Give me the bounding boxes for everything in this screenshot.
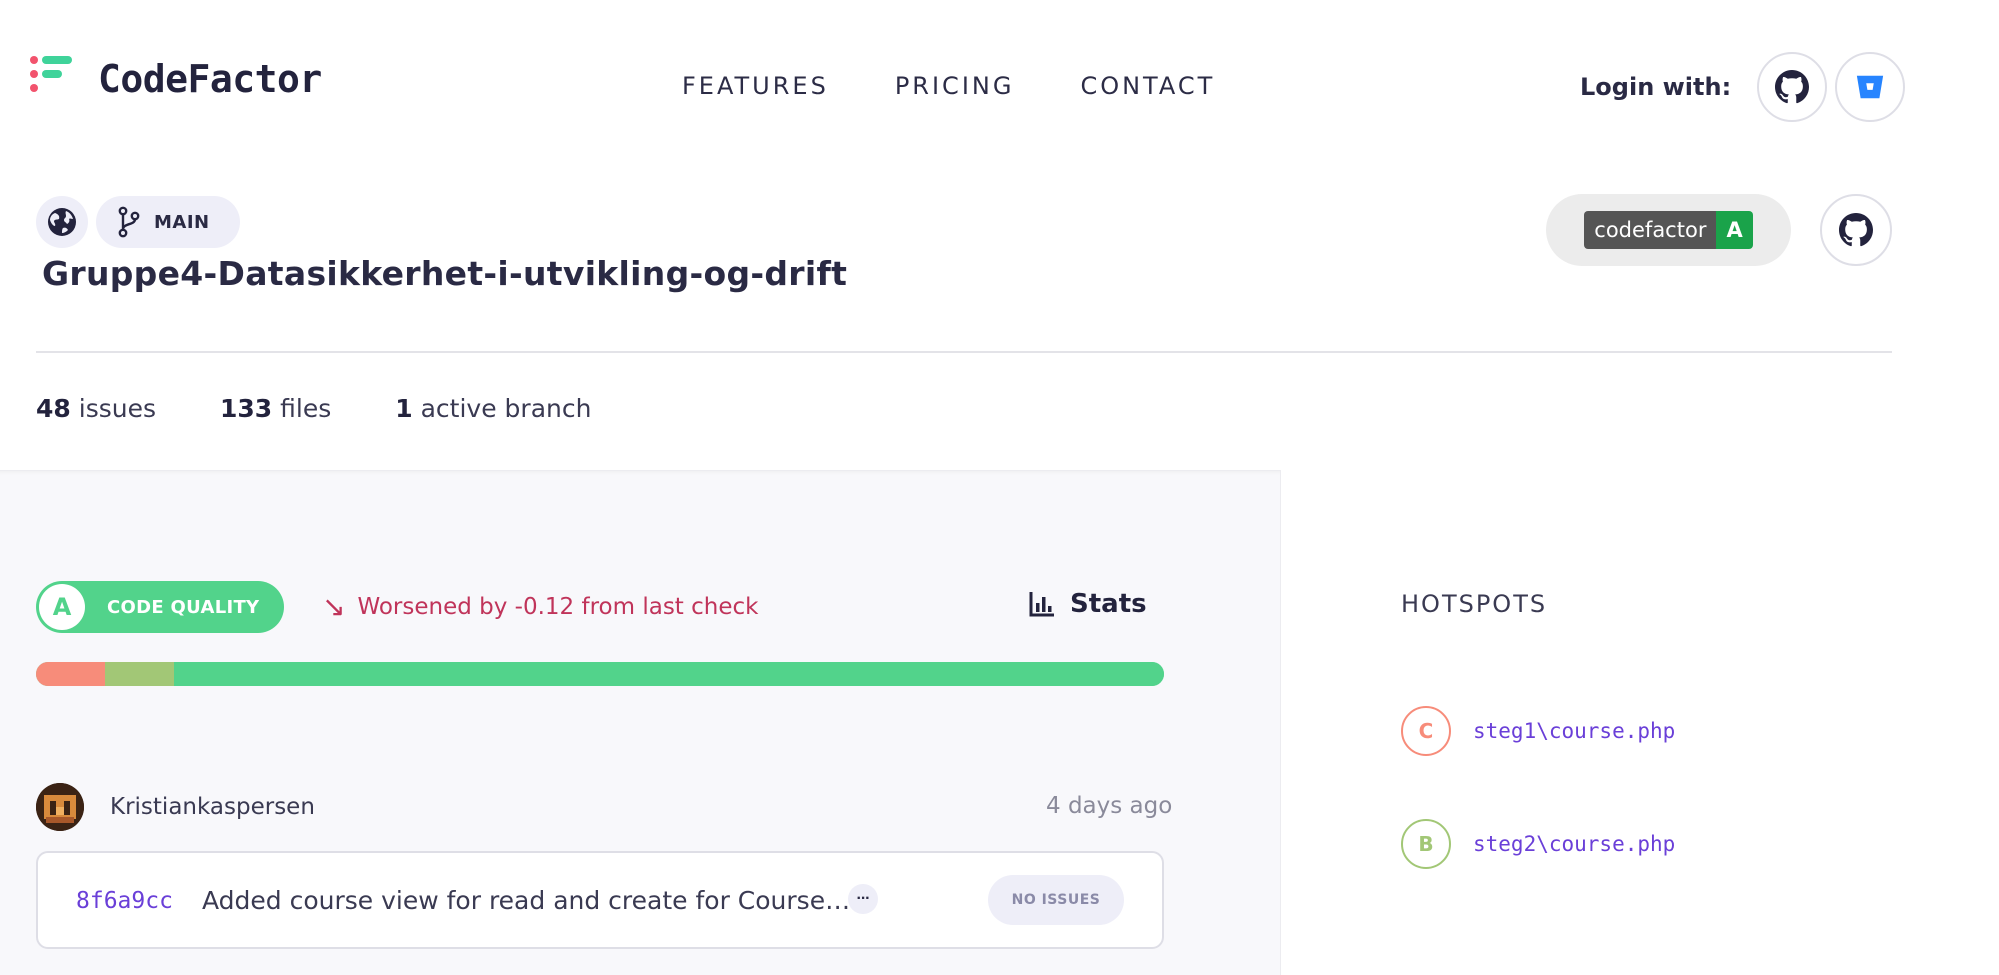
codefactor-badge-button[interactable]: codefactor A (1546, 194, 1791, 266)
header-divider (36, 351, 1892, 353)
quality-grade: A (39, 584, 85, 630)
branches-label: active branch (420, 394, 592, 423)
files-count-link[interactable]: 133 files (220, 394, 331, 423)
commit-card[interactable]: 8f6a9cc Added course view for read and c… (36, 851, 1164, 949)
quality-label: CODE QUALITY (107, 596, 260, 618)
avatar (36, 783, 84, 831)
commit-message: Added course view for read and create fo… (202, 886, 852, 915)
quality-pane: A CODE QUALITY ↘ Worsened by -0.12 from … (0, 470, 1280, 975)
grade-distribution-bar (36, 662, 1164, 686)
github-icon (1775, 70, 1810, 104)
globe-icon (48, 208, 76, 236)
bar-chart-icon (1029, 592, 1054, 617)
quality-trend: ↘ Worsened by -0.12 from last check (322, 593, 758, 621)
dashboard-body: A CODE QUALITY ↘ Worsened by -0.12 from … (0, 470, 1999, 975)
badge-grade: A (1716, 211, 1753, 249)
brand-name: CodeFactor (98, 57, 322, 101)
grade-segment-b (104, 662, 174, 686)
repo-summary: 48 issues 133 files 1 active branch (36, 394, 655, 423)
public-visibility (36, 196, 88, 248)
login-area: Login with: (1580, 52, 1906, 122)
git-branch-icon (118, 206, 140, 238)
bitbucket-icon (1857, 75, 1884, 99)
commit-hash-link[interactable]: 8f6a9cc (76, 888, 173, 914)
login-github-button[interactable] (1757, 52, 1828, 122)
hotspot-file-link[interactable]: steg2\course.php (1473, 832, 1675, 856)
hotspots-title: HOTSPOTS (1401, 590, 1548, 618)
commit-author[interactable]: Kristiankaspersen (36, 783, 315, 831)
issues-count-link[interactable]: 48 issues (36, 394, 156, 423)
hotspot-item[interactable]: B steg2\course.php (1401, 819, 1675, 869)
files-label: files (280, 394, 332, 423)
commit-time: 4 days ago (1046, 793, 1173, 819)
nav-contact[interactable]: CONTACT (1080, 72, 1215, 100)
issues-count: 48 (36, 394, 71, 423)
codefactor-logo[interactable]: CodeFactor (30, 56, 322, 102)
grade-segment-c (36, 662, 105, 686)
badge-label: codefactor (1584, 211, 1717, 249)
branches-count-link[interactable]: 1 active branch (395, 394, 591, 423)
repo-title: Gruppe4-Datasikkerhet-i-utvikling-og-dri… (42, 254, 848, 293)
github-icon (1839, 213, 1873, 247)
author-name: Kristiankaspersen (110, 794, 315, 820)
hotspot-grade: C (1401, 706, 1451, 756)
expand-message-button[interactable]: ··· (848, 884, 878, 914)
hotspot-file-link[interactable]: steg1\course.php (1473, 719, 1675, 743)
codefactor-badge: codefactor A (1584, 211, 1753, 249)
files-count: 133 (220, 394, 273, 423)
main-nav: FEATURES PRICING CONTACT (682, 72, 1281, 100)
logo-mark-icon (30, 56, 76, 102)
grade-segment-a (173, 662, 1164, 686)
stats-button[interactable]: Stats (1028, 589, 1147, 619)
issues-label: issues (78, 394, 156, 423)
repo-tags: MAIN (36, 196, 240, 248)
hotspot-item[interactable]: C steg1\course.php (1401, 706, 1675, 756)
hotspots-pane: HOTSPOTS C steg1\course.php B steg2\cour… (1280, 470, 1999, 975)
stats-label: Stats (1070, 589, 1147, 619)
login-bitbucket-button[interactable] (1835, 52, 1906, 122)
branches-count: 1 (395, 394, 413, 423)
code-quality-badge: A CODE QUALITY (36, 581, 284, 633)
hotspot-grade: B (1401, 819, 1451, 869)
trend-text: Worsened by -0.12 from last check (357, 594, 759, 620)
status-badge: NO ISSUES (988, 875, 1124, 925)
nav-pricing[interactable]: PRICING (895, 72, 1015, 100)
branch-name: MAIN (154, 211, 210, 233)
login-label: Login with: (1580, 73, 1732, 101)
trend-down-icon: ↘ (322, 590, 346, 623)
nav-features[interactable]: FEATURES (682, 72, 829, 100)
branch-selector[interactable]: MAIN (96, 196, 240, 248)
view-on-github-button[interactable] (1820, 194, 1892, 266)
